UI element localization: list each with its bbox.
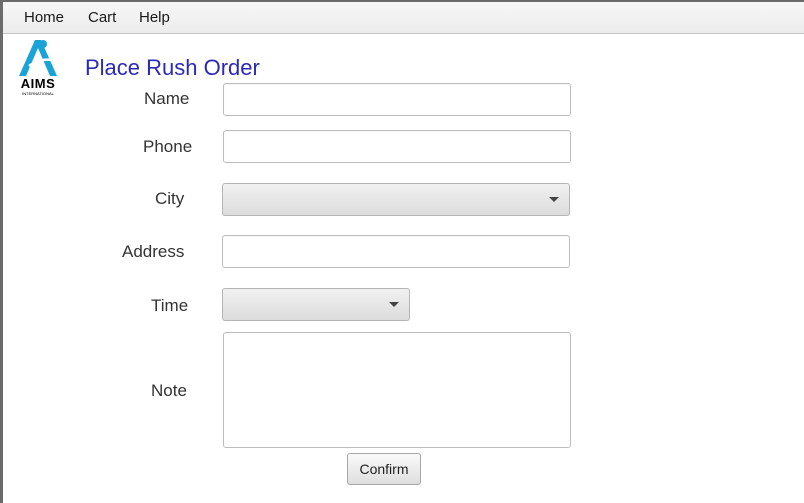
city-label: City <box>155 189 185 208</box>
time-dropdown[interactable] <box>222 288 410 321</box>
menu-cart[interactable]: Cart <box>88 9 116 26</box>
menubar: Home Cart Help <box>3 2 804 34</box>
address-label: Address <box>122 242 185 261</box>
name-label: Name <box>144 89 190 108</box>
note-label: Note <box>151 381 187 400</box>
chevron-down-icon <box>549 197 559 202</box>
name-field[interactable] <box>223 83 571 116</box>
logo-text: AIMS <box>20 76 56 91</box>
time-label: Time <box>151 296 189 315</box>
aims-logo-icon <box>19 40 57 76</box>
chevron-down-icon <box>389 302 399 307</box>
confirm-button[interactable]: Confirm <box>347 453 421 485</box>
aims-logo: AIMS INTERNATIONAL <box>13 36 63 100</box>
menu-home[interactable]: Home <box>24 9 64 26</box>
phone-label: Phone <box>143 137 193 156</box>
address-field[interactable] <box>222 235 570 268</box>
phone-field[interactable] <box>223 130 571 163</box>
app-window: Home Cart Help AIMS INTERNATIONAL Place … <box>0 0 804 503</box>
city-dropdown[interactable] <box>222 183 570 216</box>
menu-help[interactable]: Help <box>139 9 170 26</box>
page-title: Place Rush Order <box>85 55 260 80</box>
logo-subtext: INTERNATIONAL <box>22 91 54 96</box>
note-textarea[interactable] <box>223 332 571 448</box>
